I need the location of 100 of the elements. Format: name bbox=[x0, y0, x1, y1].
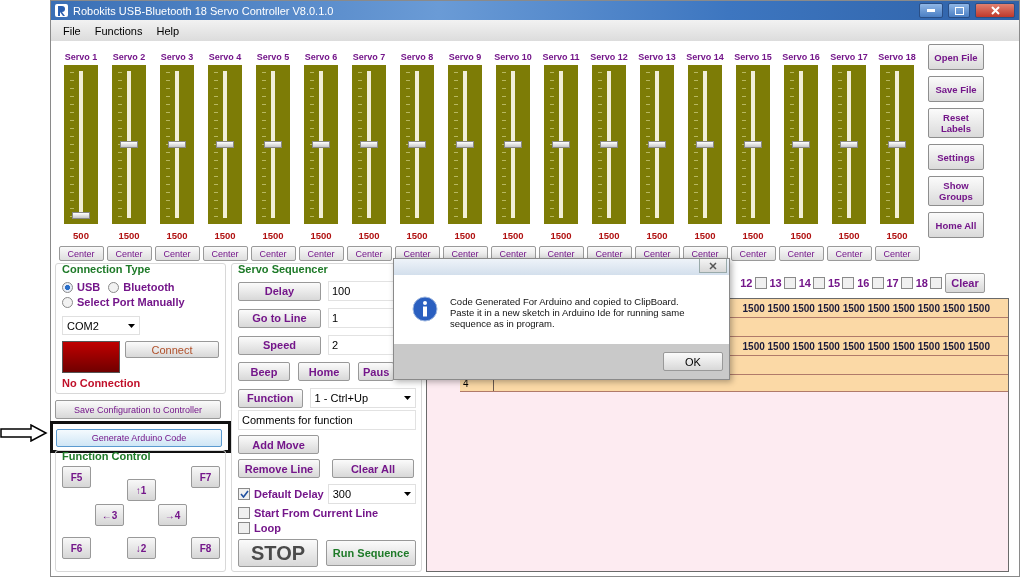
center-button[interactable]: Center bbox=[106, 246, 152, 261]
radio-dot[interactable] bbox=[62, 281, 73, 293]
delay-dropdown[interactable]: 300 bbox=[327, 484, 416, 504]
function-key[interactable]: F8 bbox=[191, 537, 220, 559]
remove-line-button[interactable]: Remove Line bbox=[238, 459, 320, 478]
sequencer-button[interactable]: Beep bbox=[238, 362, 290, 381]
checkbox[interactable] bbox=[842, 277, 855, 289]
servo-slider[interactable] bbox=[640, 64, 674, 225]
side-button[interactable]: Settings bbox=[928, 144, 984, 170]
center-button[interactable]: Center bbox=[346, 246, 392, 261]
option-checkbox[interactable]: Start From Current Line bbox=[238, 507, 379, 519]
slider-thumb[interactable] bbox=[888, 141, 906, 149]
servo-slider[interactable] bbox=[448, 64, 482, 225]
checkbox[interactable] bbox=[238, 507, 250, 519]
slider-thumb[interactable] bbox=[72, 211, 90, 219]
channel-checkbox[interactable]: 13 bbox=[769, 277, 796, 289]
menu-item[interactable]: File bbox=[57, 24, 87, 37]
servo-slider[interactable] bbox=[784, 64, 818, 225]
slider-thumb[interactable] bbox=[840, 141, 858, 149]
slider-thumb[interactable] bbox=[264, 141, 282, 149]
checkbox[interactable] bbox=[871, 277, 884, 289]
checkbox[interactable] bbox=[238, 488, 250, 500]
ok-button[interactable]: OK bbox=[663, 352, 723, 371]
connect-button[interactable]: Connect bbox=[125, 341, 219, 358]
radio-dot[interactable] bbox=[62, 296, 73, 308]
slider-thumb[interactable] bbox=[312, 141, 330, 149]
servo-slider[interactable] bbox=[688, 64, 722, 225]
sequencer-button[interactable]: Home bbox=[298, 362, 350, 381]
servo-slider[interactable] bbox=[832, 64, 866, 225]
servo-slider[interactable] bbox=[544, 64, 578, 225]
side-button[interactable]: Home All bbox=[928, 212, 984, 238]
radio-option[interactable]: USB bbox=[62, 281, 101, 294]
servo-slider[interactable] bbox=[112, 64, 146, 225]
center-button[interactable]: Center bbox=[58, 246, 104, 261]
function-key[interactable]: ↓2 bbox=[126, 537, 156, 559]
slider-thumb[interactable] bbox=[744, 141, 762, 149]
slider-thumb[interactable] bbox=[408, 141, 426, 149]
clear-button[interactable]: Clear bbox=[945, 273, 985, 293]
slider-thumb[interactable] bbox=[792, 141, 810, 149]
slider-thumb[interactable] bbox=[696, 141, 714, 149]
minimize-button[interactable] bbox=[919, 3, 943, 18]
side-button[interactable]: Save File bbox=[928, 76, 984, 102]
center-button[interactable]: Center bbox=[730, 246, 776, 261]
function-key[interactable]: ←3 bbox=[95, 504, 124, 526]
slider-thumb[interactable] bbox=[504, 141, 522, 149]
maximize-button[interactable] bbox=[948, 3, 970, 18]
center-button[interactable]: Center bbox=[778, 246, 824, 261]
slider-thumb[interactable] bbox=[552, 141, 570, 149]
sequencer-button[interactable]: Paus bbox=[358, 362, 394, 381]
generate-code-button[interactable]: Generate Arduino Code bbox=[56, 429, 222, 447]
function-key[interactable]: →4 bbox=[158, 504, 187, 526]
servo-slider[interactable] bbox=[736, 64, 770, 225]
checkbox[interactable] bbox=[783, 277, 796, 289]
checkbox[interactable] bbox=[930, 277, 942, 289]
checkbox[interactable] bbox=[813, 277, 825, 289]
menu-item[interactable]: Help bbox=[150, 24, 186, 37]
sequencer-button[interactable]: Delay bbox=[238, 281, 321, 301]
sequencer-button[interactable]: Speed bbox=[238, 335, 321, 355]
port-dropdown[interactable]: COM2 bbox=[62, 316, 140, 335]
function-key[interactable]: F6 bbox=[62, 537, 91, 559]
channel-checkbox[interactable]: 17 bbox=[886, 277, 913, 289]
center-button[interactable]: Center bbox=[298, 246, 344, 261]
radio-dot[interactable] bbox=[108, 281, 120, 293]
channel-checkbox[interactable]: 16 bbox=[857, 277, 884, 289]
radio-option[interactable]: Select Port Manually bbox=[62, 296, 185, 309]
function-button[interactable]: Function bbox=[238, 388, 303, 408]
side-button[interactable]: Reset Labels bbox=[928, 108, 984, 138]
center-button[interactable]: Center bbox=[154, 246, 200, 261]
stop-button[interactable]: STOP bbox=[238, 539, 319, 567]
checkbox[interactable] bbox=[900, 277, 913, 289]
servo-slider[interactable] bbox=[352, 64, 386, 225]
center-button[interactable]: Center bbox=[250, 246, 296, 261]
channel-checkbox[interactable]: 12 bbox=[740, 277, 767, 289]
function-dropdown[interactable]: 1 - Ctrl+Up bbox=[309, 388, 416, 408]
side-button[interactable]: Show Groups bbox=[928, 176, 984, 206]
comment-field[interactable]: Comments for function bbox=[238, 410, 416, 430]
servo-slider[interactable] bbox=[208, 64, 242, 225]
checkbox[interactable] bbox=[754, 277, 767, 289]
sequencer-button[interactable]: Go to Line bbox=[238, 308, 321, 328]
slider-thumb[interactable] bbox=[216, 141, 234, 149]
add-move-button[interactable]: Add Move bbox=[238, 435, 319, 454]
slider-thumb[interactable] bbox=[120, 141, 138, 149]
close-button[interactable] bbox=[975, 3, 1015, 18]
servo-slider[interactable] bbox=[400, 64, 434, 225]
menu-item[interactable]: Functions bbox=[88, 24, 149, 37]
servo-slider[interactable] bbox=[160, 64, 194, 225]
slider-thumb[interactable] bbox=[648, 141, 666, 149]
side-button[interactable]: Open File bbox=[928, 44, 984, 70]
slider-thumb[interactable] bbox=[168, 141, 186, 149]
channel-checkbox[interactable]: 15 bbox=[828, 277, 855, 289]
channel-checkbox[interactable]: 14 bbox=[798, 277, 825, 289]
servo-slider[interactable] bbox=[880, 64, 914, 225]
slider-thumb[interactable] bbox=[456, 141, 474, 149]
run-sequence-button[interactable]: Run Sequence bbox=[326, 540, 416, 566]
servo-slider[interactable] bbox=[64, 64, 98, 225]
servo-slider[interactable] bbox=[256, 64, 290, 225]
servo-slider[interactable] bbox=[304, 64, 338, 225]
option-checkbox[interactable]: Default Delay bbox=[238, 488, 324, 500]
save-config-button[interactable]: Save Configuration to Controller bbox=[55, 400, 221, 419]
center-button[interactable]: Center bbox=[826, 246, 872, 261]
